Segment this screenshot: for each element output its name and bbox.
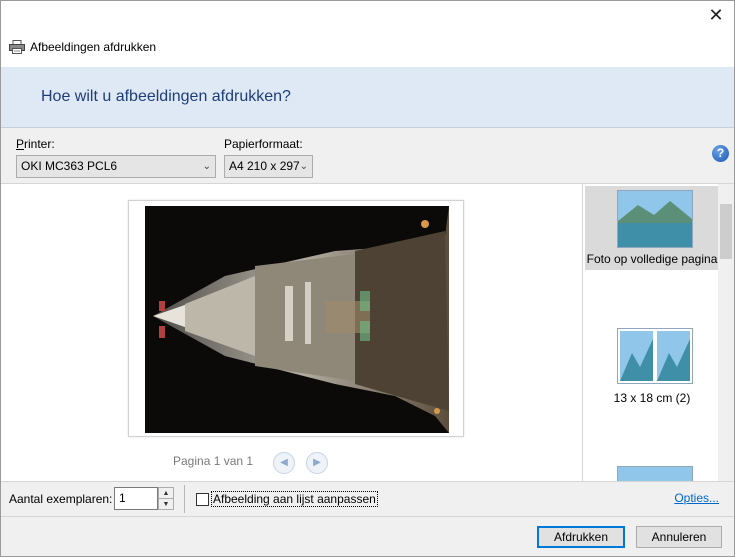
next-page-icon[interactable]: ▶ <box>306 452 328 474</box>
settings-bar: Printer: OKI MC363 PCL6 ⌄ Papierformaat:… <box>1 128 734 184</box>
layout-list: Foto op volledige pagina 13 x 18 cm (2) <box>584 184 734 481</box>
printer-select[interactable]: OKI MC363 PCL6 ⌄ <box>16 155 216 178</box>
dialog-footer: Afdrukken Annuleren <box>1 517 734 556</box>
cathedral-photo-image <box>145 206 449 433</box>
fit-picture-checkbox[interactable] <box>196 493 209 506</box>
dialog-title: Afbeeldingen afdrukken <box>9 38 156 56</box>
prev-page-icon[interactable]: ◀ <box>273 452 295 474</box>
layout-scrollbar[interactable] <box>718 184 734 481</box>
chevron-down-icon: ⌄ <box>299 161 308 172</box>
print-button[interactable]: Afdrukken <box>537 526 625 548</box>
paper-size-label: Papierformaat: <box>224 137 303 151</box>
help-icon[interactable]: ? <box>712 145 729 162</box>
fit-picture-label[interactable]: Afbeelding aan lijst aanpassen <box>211 491 378 507</box>
copies-label: Aantal exemplaren: <box>9 492 113 506</box>
13x18-thumbnail <box>617 328 693 384</box>
layout-item-full-page[interactable]: Foto op volledige pagina <box>585 186 719 270</box>
printer-select-value: OKI MC363 PCL6 <box>21 159 118 173</box>
print-preview: Pagina 1 van 1 ◀ ▶ <box>1 184 583 481</box>
title-bar: ✕ <box>1 1 734 31</box>
preview-page <box>128 200 464 437</box>
copies-stepper[interactable]: ▲ ▼ <box>158 487 174 510</box>
options-bar: Aantal exemplaren: 1 ▲ ▼ Afbeelding aan … <box>1 481 734 517</box>
divider <box>184 485 185 513</box>
page-title: Hoe wilt u afbeeldingen afdrukken? <box>41 88 291 105</box>
dialog-title-text: Afbeeldingen afdrukken <box>30 40 157 54</box>
header-banner: Hoe wilt u afbeeldingen afdrukken? <box>1 67 734 128</box>
close-icon[interactable]: ✕ <box>706 6 726 26</box>
chevron-down-icon: ⌄ <box>202 161 211 172</box>
layout-label-full-page: Foto op volledige pagina <box>586 252 718 266</box>
print-pictures-dialog: ✕ Afbeeldingen afdrukken Hoe wilt u afbe… <box>0 0 735 557</box>
layout-item-13x18[interactable]: 13 x 18 cm (2) <box>585 326 719 410</box>
preview-photo <box>145 206 449 433</box>
paper-size-select[interactable]: A4 210 x 297 ⌄ <box>224 155 313 178</box>
printer-icon <box>9 40 25 54</box>
page-indicator: Pagina 1 van 1 <box>173 454 254 468</box>
paper-size-value: A4 210 x 297 <box>229 159 300 173</box>
layout-item-next[interactable] <box>585 464 719 481</box>
stepper-down-icon[interactable]: ▼ <box>159 499 173 510</box>
scrollbar-thumb[interactable] <box>720 204 732 259</box>
next-layout-thumbnail <box>617 466 693 481</box>
cancel-button[interactable]: Annuleren <box>636 526 722 548</box>
options-link[interactable]: Opties... <box>674 491 719 505</box>
layout-label-13x18: 13 x 18 cm (2) <box>613 391 691 405</box>
stepper-up-icon[interactable]: ▲ <box>159 488 173 499</box>
printer-label: Printer: <box>16 137 55 151</box>
copies-input[interactable]: 1 <box>114 487 158 510</box>
full-page-thumbnail <box>617 190 693 248</box>
